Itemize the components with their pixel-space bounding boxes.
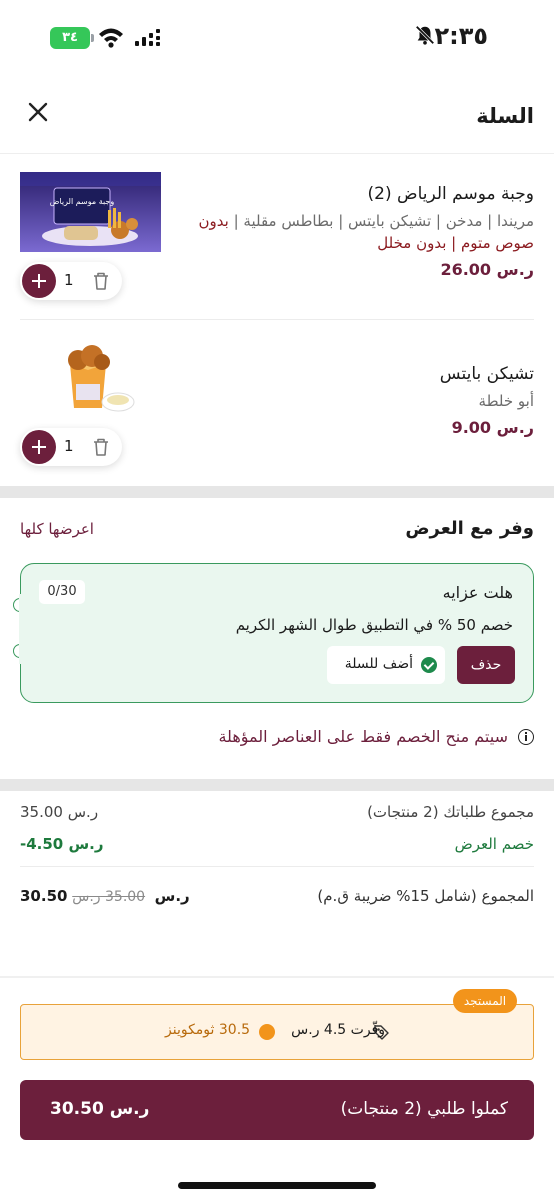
check-circle-icon bbox=[421, 657, 437, 673]
offers-title: وفر مع العرض bbox=[405, 518, 534, 539]
home-indicator bbox=[178, 1182, 376, 1189]
item-name: وجبة موسم الرياض (2) bbox=[367, 184, 534, 204]
saved-amount: وفّرت 4.5 ر.س bbox=[291, 1022, 385, 1038]
close-icon[interactable] bbox=[24, 98, 52, 126]
subtotal-value: 35.00 ر.س bbox=[20, 803, 99, 821]
notch-mask bbox=[19, 594, 27, 664]
bell-slash-icon bbox=[415, 25, 435, 45]
offer-description: خصم 50 % في التطبيق طوال الشهر الكريم bbox=[235, 616, 513, 634]
item-description: مريندا | مدخن | تشيكن بايتس | بطاطس مقلي… bbox=[198, 212, 534, 252]
cart-header: السلة bbox=[0, 72, 554, 154]
quantity-value: 1 bbox=[64, 271, 74, 289]
offer-card: 0/30 هلت عزايه خصم 50 % في التطبيق طوال … bbox=[13, 563, 534, 703]
see-all-offers-link[interactable]: اعرضها كلها bbox=[20, 520, 94, 538]
item-price: 26.00 ر.س bbox=[440, 260, 534, 279]
offer-name: هلت عزايه bbox=[442, 583, 513, 602]
page-title: السلة bbox=[476, 104, 534, 128]
bottom-shadow bbox=[0, 976, 554, 978]
total-row: المجموع (شامل 15% ضريبة ق.م) 30.50 ر.س 3… bbox=[20, 887, 534, 911]
info-icon bbox=[518, 729, 534, 745]
quantity-stepper: 1 bbox=[20, 262, 122, 300]
item-image: وجبة موسم الرياض bbox=[20, 172, 161, 252]
coin-icon bbox=[259, 1024, 275, 1040]
status-bar: ٢:٣٥ ٣٤ bbox=[0, 0, 554, 72]
status-time: ٢:٣٥ bbox=[434, 22, 488, 50]
offer-added-button[interactable]: أضف للسلة bbox=[327, 646, 445, 684]
increase-quantity-button[interactable] bbox=[22, 264, 56, 298]
item-image-text: وجبة موسم الرياض bbox=[50, 197, 115, 206]
trash-icon[interactable] bbox=[92, 437, 110, 457]
quantity-stepper: 1 bbox=[20, 428, 122, 466]
item-description: أبو خلطة bbox=[478, 392, 534, 410]
item-image bbox=[68, 345, 135, 412]
increase-quantity-button[interactable] bbox=[22, 430, 56, 464]
checkout-button[interactable]: كملوا طلبي (2 منتجات) 30.50 ر.س bbox=[20, 1080, 534, 1140]
total-label: المجموع (شامل 15% ضريبة ق.م) bbox=[317, 887, 534, 905]
discount-label: خصم العرض bbox=[454, 835, 534, 853]
signal-icon bbox=[135, 29, 160, 46]
discount-row: خصم العرض -4.50 ر.س bbox=[20, 835, 534, 859]
discount-value: -4.50 ر.س bbox=[20, 835, 104, 853]
offer-usage-count: 0/30 bbox=[39, 580, 85, 604]
coins-earned: 30.5 ثومكوينز bbox=[165, 1022, 251, 1038]
savings-badge: المستجد bbox=[453, 989, 517, 1013]
total-value: 30.50 ر.س 35.00 ر.س bbox=[20, 887, 190, 905]
section-divider bbox=[0, 486, 554, 498]
item-info: تشيكن بايتس أبو خلطة 9.00 ر.س bbox=[184, 364, 534, 437]
savings-banner: المستجد وفّرت 4.5 ر.س 30.5 ثومكوينز bbox=[20, 989, 534, 1060]
item-info: وجبة موسم الرياض (2) مريندا | مدخن | تشي… bbox=[184, 184, 534, 279]
item-price: 9.00 ر.س bbox=[451, 418, 534, 437]
cart-item: وجبة موسم الرياض (2) مريندا | مدخن | تشي… bbox=[0, 170, 554, 320]
trash-icon[interactable] bbox=[92, 271, 110, 291]
subtotal-row: مجموع طلباتك (2 منتجات) 35.00 ر.س bbox=[20, 803, 534, 827]
battery-icon: ٣٤ bbox=[50, 27, 94, 49]
offer-added-label: أضف للسلة bbox=[344, 656, 413, 672]
cart-item: تشيكن بايتس أبو خلطة 9.00 ر.س 1 bbox=[0, 320, 554, 485]
checkout-label: كملوا طلبي (2 منتجات) bbox=[340, 1099, 508, 1119]
offer-delete-button[interactable]: حذف bbox=[457, 646, 515, 684]
quantity-value: 1 bbox=[64, 437, 74, 455]
checkout-total: 30.50 ر.س bbox=[50, 1099, 150, 1119]
subtotal-label: مجموع طلباتك (2 منتجات) bbox=[367, 803, 534, 821]
original-total: 35.00 ر.س bbox=[72, 889, 146, 905]
divider bbox=[20, 866, 534, 867]
discount-notice: سيتم منح الخصم فقط على العناصر المؤهلة bbox=[218, 727, 508, 746]
wifi-icon bbox=[99, 28, 123, 48]
section-divider bbox=[0, 779, 554, 791]
item-name: تشيكن بايتس bbox=[439, 364, 534, 384]
